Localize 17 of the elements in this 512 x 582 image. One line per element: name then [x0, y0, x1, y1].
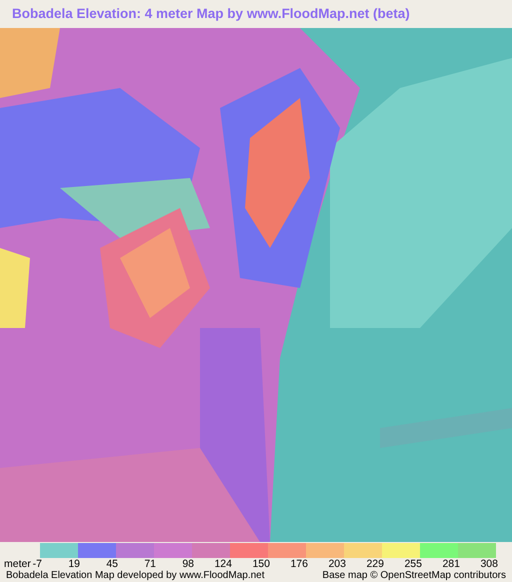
legend-value: 19 [68, 558, 80, 570]
legend-value: 203 [328, 558, 346, 570]
page-title: Bobadela Elevation: 4 meter Map by www.FloodMap.net (beta) [12, 4, 410, 23]
legend-value: 150 [252, 558, 270, 570]
legend-value: 45 [106, 558, 118, 570]
legend-value: 124 [214, 558, 232, 570]
legend-value: 308 [480, 558, 498, 570]
legend-value: 71 [144, 558, 156, 570]
legend-unit: meter [4, 558, 31, 570]
legend-value: -7 [32, 558, 42, 570]
legend-value: 98 [182, 558, 194, 570]
legend-value: 281 [442, 558, 460, 570]
legend-value: 176 [290, 558, 308, 570]
footer-attribution: Base map © OpenStreetMap contributors [322, 571, 506, 581]
legend-value: 255 [404, 558, 422, 570]
legend-value: 229 [366, 558, 384, 570]
footer-credit: Bobadela Elevation Map developed by www.FloodMap.net [6, 571, 264, 581]
